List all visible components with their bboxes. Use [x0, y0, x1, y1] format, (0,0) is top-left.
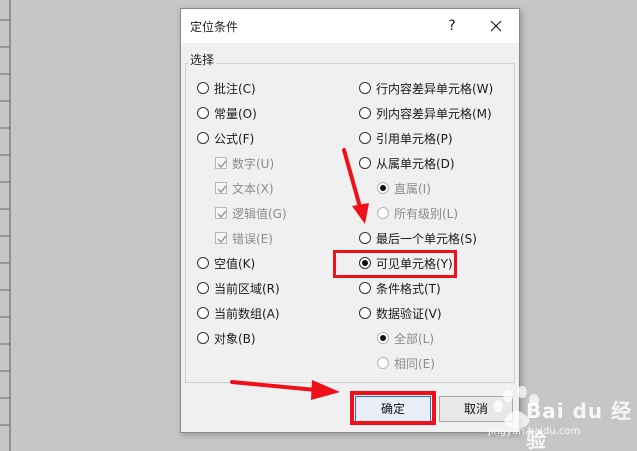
right-option-label: 引用单元格(P) [376, 131, 453, 146]
left-option-label: 数字(U) [232, 156, 275, 171]
right-option-label: 列内容差异单元格(M) [376, 106, 492, 121]
right-option-11: 相同(E) [377, 354, 435, 372]
left-option-label: 当前数组(A) [214, 306, 280, 321]
radio-icon[interactable] [197, 107, 209, 119]
right-option-label: 相同(E) [394, 356, 435, 371]
right-option-label: 全部(L) [394, 331, 435, 346]
right-option-label: 所有级别(L) [394, 206, 459, 221]
left-option-0[interactable]: 批注(C) [197, 79, 256, 97]
right-option-6[interactable]: 最后一个单元格(S) [359, 229, 477, 247]
left-option-label: 公式(F) [214, 131, 255, 146]
left-option-label: 批注(C) [214, 81, 256, 96]
right-option-2[interactable]: 引用单元格(P) [359, 129, 453, 147]
watermark-url: jingyan.baidu.com [488, 426, 581, 437]
radio-icon[interactable] [359, 157, 371, 169]
left-option-4: 文本(X) [215, 179, 274, 197]
right-option-9[interactable]: 数据验证(V) [359, 304, 442, 322]
dialog-title: 定位条件 [190, 20, 239, 34]
left-option-3: 数字(U) [215, 154, 274, 172]
radio-icon[interactable] [359, 132, 371, 144]
left-option-1[interactable]: 常量(O) [197, 104, 257, 122]
right-option-4: 直属(I) [377, 179, 431, 197]
left-option-5: 逻辑值(G) [215, 204, 287, 222]
left-option-8[interactable]: 当前区域(R) [197, 279, 280, 297]
radio-icon[interactable] [197, 132, 209, 144]
dialog-titlebar: 定位条件 ? [181, 9, 519, 43]
close-icon [490, 20, 502, 32]
left-option-label: 逻辑值(G) [232, 206, 287, 221]
go-to-special-dialog: 定位条件 ? 选择 批注(C) 常量(O) 公式(F) 数字(U) 文本(X) 逻辑值(G… [180, 8, 520, 433]
checkbox-icon [215, 157, 227, 169]
radio-icon[interactable] [359, 232, 371, 244]
left-option-label: 空值(K) [214, 256, 256, 271]
watermark-brand: Bai du 经验 [526, 399, 633, 451]
left-option-label: 错误(E) [232, 231, 273, 246]
right-option-5: 所有级别(L) [377, 204, 458, 222]
right-option-1[interactable]: 列内容差异单元格(M) [359, 104, 492, 122]
checkbox-icon [215, 182, 227, 194]
left-option-2[interactable]: 公式(F) [197, 129, 254, 147]
left-option-label: 当前区域(R) [214, 281, 280, 296]
right-option-label: 数据验证(V) [376, 306, 442, 321]
left-option-label: 文本(X) [232, 181, 274, 196]
right-option-3[interactable]: 从属单元格(D) [359, 154, 455, 172]
left-option-7[interactable]: 空值(K) [197, 254, 255, 272]
left-option-label: 常量(O) [214, 106, 257, 121]
right-option-label: 行内容差异单元格(W) [376, 81, 494, 96]
right-option-8[interactable]: 条件格式(T) [359, 279, 441, 297]
left-option-6: 错误(E) [215, 229, 273, 247]
radio-icon[interactable] [197, 282, 209, 294]
radio-icon [377, 207, 389, 219]
radio-icon[interactable] [197, 82, 209, 94]
right-option-10: 全部(L) [377, 329, 434, 347]
radio-icon [377, 357, 389, 369]
left-option-10[interactable]: 对象(B) [197, 329, 256, 347]
left-option-label: 对象(B) [214, 331, 256, 346]
radio-icon[interactable] [197, 257, 209, 269]
radio-icon [377, 332, 389, 344]
help-button[interactable]: ? [441, 15, 463, 37]
radio-icon[interactable] [197, 307, 209, 319]
checkbox-icon [215, 207, 227, 219]
close-button[interactable] [485, 15, 507, 37]
radio-icon[interactable] [197, 332, 209, 344]
checkbox-icon [215, 232, 227, 244]
radio-icon[interactable] [359, 307, 371, 319]
visible-cells-highlight [333, 250, 457, 278]
radio-icon[interactable] [359, 107, 371, 119]
right-option-0[interactable]: 行内容差异单元格(W) [359, 79, 493, 97]
radio-icon [377, 182, 389, 194]
right-option-label: 直属(I) [394, 181, 431, 196]
selection-group-label: 选择 [188, 51, 217, 68]
left-option-9[interactable]: 当前数组(A) [197, 304, 280, 322]
ok-button-highlight [350, 391, 436, 425]
radio-icon[interactable] [359, 82, 371, 94]
right-option-label: 最后一个单元格(S) [376, 231, 477, 246]
radio-icon[interactable] [359, 282, 371, 294]
right-option-label: 从属单元格(D) [376, 156, 455, 171]
right-option-label: 条件格式(T) [376, 281, 441, 296]
